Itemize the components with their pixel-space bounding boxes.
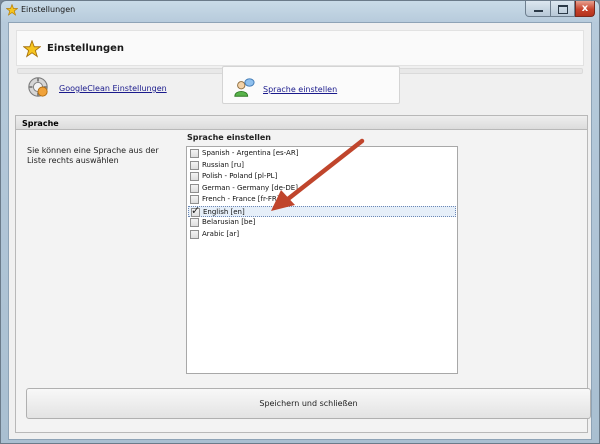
language-users-icon (234, 78, 255, 97)
section-title: Sprache (22, 119, 59, 128)
language-label: Spanish - Argentina [es-AR] (202, 149, 299, 157)
language-checkbox[interactable] (190, 160, 199, 170)
page-header: Einstellungen (16, 30, 584, 74)
save-and-close-button[interactable]: Speichern und schließen (26, 388, 591, 419)
window-title: Einstellungen (21, 5, 76, 14)
language-label: English [en] (203, 207, 245, 216)
nav-item-label[interactable]: GoogleClean Einstellungen (59, 84, 167, 93)
title-bar[interactable]: Einstellungen x (1, 1, 599, 21)
save-button-label: Speichern und schließen (259, 399, 358, 408)
googleclean-settings-icon (28, 77, 48, 97)
language-list-item[interactable]: Arabic [ar] (188, 229, 456, 240)
language-checkbox[interactable] (190, 149, 199, 158)
language-checkbox[interactable] (190, 172, 199, 181)
language-checkbox[interactable] (191, 204, 200, 217)
window-client-area: Einstellungen GoogleClean Einstellungen … (8, 22, 592, 440)
language-list-item[interactable]: Belarusian [be] (188, 217, 456, 228)
star-icon (23, 40, 41, 58)
language-list-item[interactable]: English [en] (188, 204, 456, 217)
language-checkbox[interactable] (190, 183, 199, 193)
page-title: Einstellungen (47, 43, 125, 54)
language-checkbox[interactable] (190, 218, 199, 227)
section-description: Sie können eine Sprache aus der Liste re… (27, 146, 159, 165)
section-body: Sie können eine Sprache aus der Liste re… (16, 130, 591, 432)
language-list[interactable]: Spanish - Argentina [es-AR] Russian [ru] P… (186, 146, 458, 374)
language-label: French - France [fr-FR] (202, 195, 280, 203)
language-list-item[interactable]: French - France [fr-FR] (188, 194, 456, 205)
close-icon: x (581, 3, 589, 14)
language-list-item[interactable]: Polish - Poland [pl-PL] (188, 171, 456, 182)
nav-item-googleclean-settings[interactable]: GoogleClean Einstellungen (17, 66, 197, 104)
language-label: Arabic [ar] (202, 229, 240, 238)
star-icon (6, 4, 18, 16)
close-button[interactable]: x (575, 1, 595, 17)
language-section: Sprache Sie können eine Sprache aus der … (15, 115, 591, 433)
nav-item-sprache-einstellen[interactable]: Sprache einstellen (222, 66, 400, 104)
nav-item-label[interactable]: Sprache einstellen (263, 85, 337, 94)
section-header: Sprache (16, 116, 587, 130)
language-list-item[interactable]: Russian [ru] (188, 160, 456, 171)
language-checkbox[interactable] (190, 229, 199, 239)
language-label: German - Germany [de-DE] (202, 183, 298, 192)
language-label: Polish - Poland [pl-PL] (202, 172, 278, 180)
language-list-item[interactable]: German - Germany [de-DE] (188, 183, 456, 194)
settings-window: Einstellungen x Einstellungen GoogleClea… (0, 0, 600, 444)
language-label: Belarusian [be] (202, 218, 256, 226)
minimize-button[interactable] (525, 1, 551, 17)
language-list-title: Sprache einstellen (187, 133, 271, 142)
language-label: Russian [ru] (202, 160, 244, 169)
maximize-button[interactable] (551, 1, 575, 17)
language-list-item[interactable]: Spanish - Argentina [es-AR] (188, 148, 456, 159)
